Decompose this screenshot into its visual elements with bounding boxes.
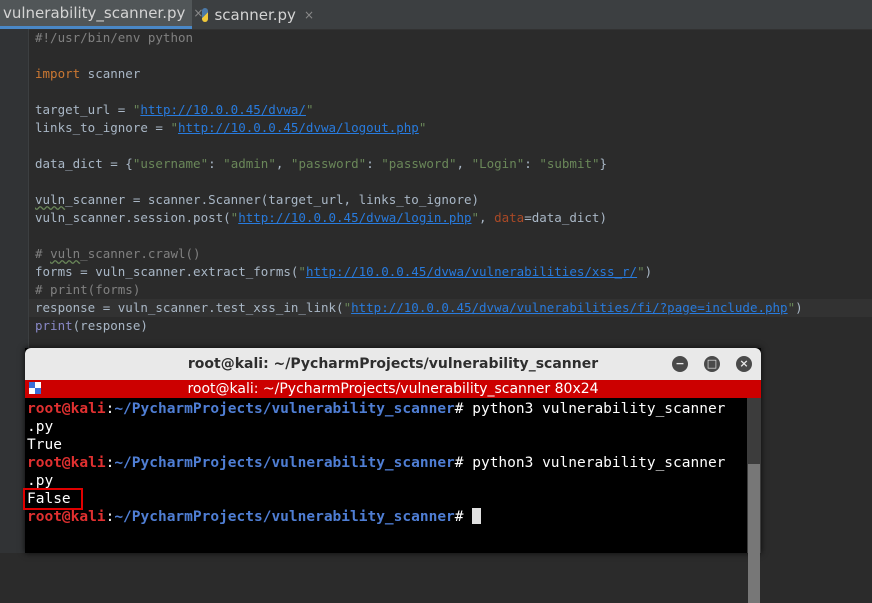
highlight-box — [23, 488, 83, 510]
url-link[interactable]: http://10.0.0.45/dvwa/ — [140, 102, 306, 117]
code-line-extract-forms: forms = vuln_scanner.extract_forms("http… — [35, 264, 653, 279]
minimize-button[interactable]: − — [672, 356, 688, 372]
url-link[interactable]: http://10.0.0.45/dvwa/logout.php — [178, 120, 419, 135]
code-line-shebang: #!/usr/bin/env python — [35, 30, 194, 45]
terminal-header-bar: root@kali: ~/PycharmProjects/vulnerabili… — [25, 380, 761, 398]
tab-scanner[interactable]: scanner.py × — [196, 0, 314, 29]
terminal-title: root@kali: ~/PycharmProjects/vulnerabili… — [187, 356, 599, 372]
code-line-target-url: target_url = "http://10.0.0.45/dvwa/" — [35, 102, 314, 117]
tab-label: vulnerability_scanner.py — [3, 4, 186, 22]
terminal-subtitle: root@kali: ~/PycharmProjects/vulnerabili… — [187, 381, 599, 397]
terminal-window[interactable]: root@kali: ~/PycharmProjects/vulnerabili… — [23, 348, 761, 603]
close-button[interactable]: × — [736, 356, 752, 372]
terminal-scrollbar[interactable] — [747, 398, 761, 603]
scrollbar-thumb[interactable] — [748, 464, 760, 603]
code-line-vuln-scanner: vuln_scanner = scanner.Scanner(target_ur… — [35, 192, 480, 207]
url-link[interactable]: http://10.0.0.45/dvwa/login.php — [238, 210, 471, 225]
terminal-prompt-line: root@kali:~/PycharmProjects/vulnerabilit… — [27, 401, 726, 417]
code-line-links-to-ignore: links_to_ignore = "http://10.0.0.45/dvwa… — [35, 120, 427, 135]
url-link[interactable]: http://10.0.0.45/dvwa/vulnerabilities/xs… — [306, 264, 637, 279]
code-line-print-response: print(response) — [35, 318, 148, 333]
terminal-prompt-line: root@kali:~/PycharmProjects/vulnerabilit… — [27, 455, 726, 471]
code-line-response: response = vuln_scanner.test_xss_in_link… — [35, 300, 803, 315]
terminal-continuation: .py — [27, 419, 54, 435]
terminal-active-prompt[interactable]: root@kali:~/PycharmProjects/vulnerabilit… — [27, 508, 482, 526]
tab-vulnerability-scanner[interactable]: vulnerability_scanner.py × — [0, 0, 203, 29]
code-line-session-post: vuln_scanner.session.post("http://10.0.0… — [35, 210, 607, 225]
code-line-print-forms-comment: # print(forms) — [35, 282, 141, 297]
code-line-crawl-comment: # vuln_scanner.crawl() — [35, 246, 201, 261]
maximize-button[interactable]: □ — [704, 356, 720, 372]
terminal-output-true: True — [27, 437, 62, 453]
terminal-cursor — [472, 508, 482, 524]
code-line-import: import scanner — [35, 66, 141, 81]
code-line-data-dict: data_dict = {"username": "admin", "passw… — [35, 156, 608, 171]
python-file-icon — [202, 7, 209, 22]
url-link[interactable]: http://10.0.0.45/dvwa/vulnerabilities/fi… — [351, 300, 788, 315]
close-tab-icon[interactable]: × — [304, 8, 314, 22]
editor-tab-bar: vulnerability_scanner.py × scanner.py × — [0, 0, 872, 30]
tab-label: scanner.py — [214, 5, 296, 24]
terminal-output-false: False — [23, 488, 83, 510]
terminal-titlebar[interactable]: root@kali: ~/PycharmProjects/vulnerabili… — [25, 348, 761, 380]
